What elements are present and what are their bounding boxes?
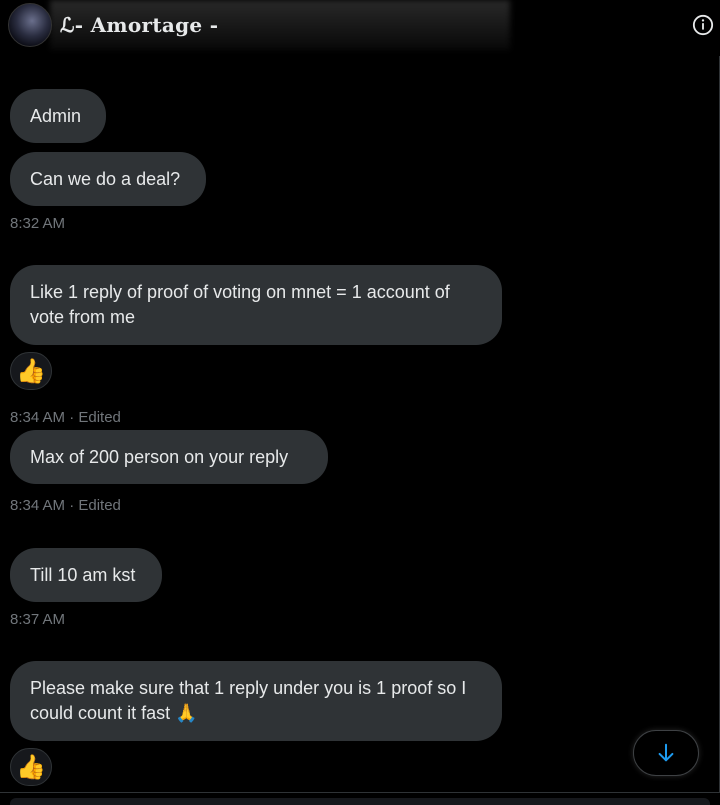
message-text: Till 10 am kst	[30, 564, 136, 585]
message-bubble[interactable]: Like 1 reply of proof of voting on mnet …	[10, 265, 502, 345]
reaction-thumbs-up[interactable]: 👍	[10, 748, 52, 786]
arrow-down-icon	[658, 743, 674, 762]
message-text: Max of 200 person on your reply	[30, 446, 289, 467]
message-text: Please make sure that 1 reply under you …	[30, 678, 467, 723]
message-timestamp: 8:34 AM · Edited	[10, 409, 121, 426]
avatar[interactable]	[8, 3, 52, 47]
message-timestamp: 8:34 AM · Edited	[10, 497, 121, 514]
message-text: Admin	[30, 105, 82, 126]
message-text: Can we do a deal?	[30, 168, 181, 189]
conversation-header: ℒ- Amortage -	[0, 0, 720, 56]
message-bubble[interactable]: Max of 200 person on your reply	[10, 430, 328, 484]
message-timestamp: 8:37 AM	[10, 611, 66, 628]
message-bubble[interactable]: Till 10 am kst	[10, 548, 162, 602]
message-timestamp: 8:32 AM	[10, 215, 66, 232]
reaction-thumbs-up[interactable]: 👍	[10, 352, 52, 390]
thumbs-up-icon: 👍	[16, 753, 46, 781]
message-text: Like 1 reply of proof of voting on mnet …	[30, 282, 450, 327]
message-bubble[interactable]: Please make sure that 1 reply under you …	[10, 661, 502, 741]
message-composer[interactable]	[10, 798, 710, 805]
info-icon[interactable]	[692, 14, 714, 36]
conversation-title[interactable]: ℒ- Amortage -	[60, 13, 218, 37]
message-bubble[interactable]: Admin	[10, 89, 106, 143]
thumbs-up-icon: 👍	[16, 357, 46, 385]
scroll-to-bottom-button[interactable]	[633, 730, 699, 776]
message-bubble[interactable]: Can we do a deal?	[10, 152, 206, 206]
